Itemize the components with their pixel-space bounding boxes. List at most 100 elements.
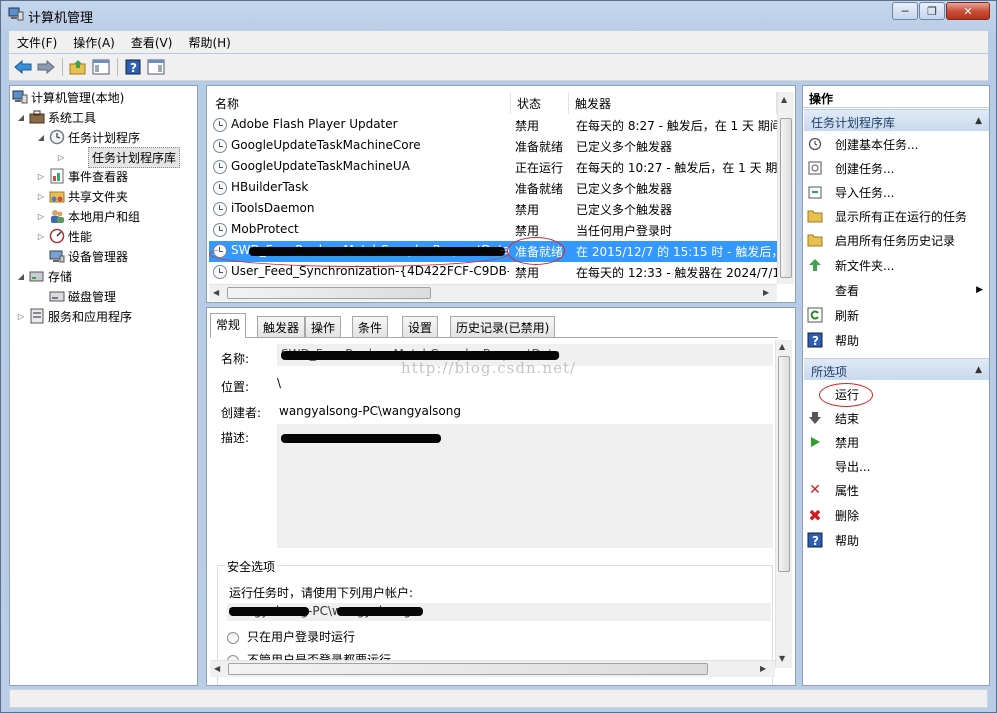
tab-settings[interactable]: 设置 bbox=[402, 316, 439, 337]
tree-item-local-users[interactable]: ▷ 本地用户和组 bbox=[36, 206, 140, 226]
column-header-status[interactable]: 状态 bbox=[511, 92, 569, 114]
action-create-task[interactable]: 创建任务... bbox=[807, 156, 987, 180]
actions-section-library[interactable]: 任务计划程序库 ▲ bbox=[804, 109, 989, 131]
back-button[interactable] bbox=[12, 57, 33, 77]
tab-actions[interactable]: 操作 bbox=[305, 316, 342, 337]
detail-vertical-scrollbar[interactable]: ▲ ▼ bbox=[775, 340, 792, 668]
show-hide-tree-button[interactable] bbox=[90, 57, 111, 77]
tree-item-services-apps[interactable]: ▷ 服务和应用程序 bbox=[16, 306, 132, 326]
tree-item-device-manager[interactable]: 设备管理器 bbox=[49, 246, 128, 266]
detail-horizontal-scrollbar[interactable]: ◀ ▶ bbox=[210, 660, 775, 677]
table-row[interactable]: GoogleUpdateTaskMachineCore 准备就绪 已定义多个触发… bbox=[209, 136, 777, 157]
tree-item-performance[interactable]: ▷ 性能 bbox=[36, 226, 92, 246]
task-status: 禁用 bbox=[515, 203, 540, 217]
collapsed-arrow-icon: ▷ bbox=[37, 191, 45, 201]
table-row[interactable]: User_Feed_Synchronization-{4D422FCF-C9DB… bbox=[209, 262, 777, 283]
radio-button[interactable] bbox=[227, 631, 239, 644]
menu-action[interactable]: 操作(A) bbox=[65, 34, 123, 51]
scroll-thumb[interactable] bbox=[778, 356, 790, 572]
action-refresh[interactable]: 刷新 bbox=[807, 303, 987, 327]
action-show-running[interactable]: 显示所有正在运行的任务 bbox=[807, 204, 987, 228]
up-folder-button[interactable] bbox=[67, 57, 88, 77]
name-value-field[interactable]: SWD_FarmProduceMatchComplexRequestData bbox=[277, 344, 773, 366]
restore-button[interactable]: ❐ bbox=[919, 2, 945, 20]
tree-item-root[interactable]: 计算机管理(本地) bbox=[12, 87, 124, 107]
task-trigger: 当任何用户登录时 bbox=[576, 224, 673, 238]
column-header-name[interactable]: 名称 bbox=[209, 92, 511, 114]
show-action-pane-button[interactable] bbox=[145, 57, 166, 77]
table-row[interactable]: HBuilderTask 准备就绪 已定义多个触发器 bbox=[209, 178, 777, 199]
tree-item-storage[interactable]: ◢ 存储 bbox=[16, 266, 72, 286]
action-create-basic-task[interactable]: 创建基本任务... bbox=[807, 132, 987, 156]
action-disable[interactable]: 禁用 bbox=[807, 430, 987, 454]
table-row[interactable]: Adobe Flash Player Updater 禁用 在每天的 8:27 … bbox=[209, 115, 777, 136]
close-button[interactable]: ✕ bbox=[946, 2, 990, 20]
action-delete[interactable]: ✖ 删除 bbox=[807, 503, 987, 527]
scroll-right-icon: ▶ bbox=[760, 664, 767, 673]
task-trigger: 已定义多个触发器 bbox=[576, 140, 673, 154]
action-export[interactable]: 导出... bbox=[807, 454, 987, 478]
list-vertical-scrollbar[interactable]: ▲ bbox=[777, 92, 794, 284]
tree-item-task-scheduler-library[interactable]: ▷ 任务计划程序库 bbox=[56, 146, 181, 168]
import-icon bbox=[807, 184, 823, 200]
run-as-label: 运行任务时，请使用下列用户帐户: bbox=[229, 586, 414, 600]
actions-section-selected-item[interactable]: 所选项 ▲ bbox=[804, 358, 989, 380]
menu-help[interactable]: 帮助(H) bbox=[180, 34, 238, 51]
forward-arrow-icon bbox=[37, 60, 55, 74]
menu-view[interactable]: 查看(V) bbox=[123, 34, 181, 51]
option-run-logged-on[interactable]: 只在用户登录时运行 bbox=[227, 628, 355, 645]
action-import-task[interactable]: 导入任务... bbox=[807, 180, 987, 204]
list-horizontal-scrollbar[interactable]: ◀ ▶ bbox=[209, 284, 777, 301]
action-view[interactable]: 查看 ▶ bbox=[807, 278, 987, 302]
help-toolbar-button[interactable]: ? bbox=[122, 57, 143, 77]
column-header-label: 名称 bbox=[215, 96, 240, 111]
tab-triggers[interactable]: 触发器 bbox=[257, 316, 306, 337]
forward-button[interactable] bbox=[35, 57, 56, 77]
properties-x-icon: ✕ bbox=[809, 482, 821, 498]
action-help[interactable]: ? 帮助 bbox=[807, 328, 987, 352]
restore-icon: ❐ bbox=[927, 4, 937, 18]
action-label: 刷新 bbox=[835, 308, 860, 323]
run-as-user-field[interactable]: wangyalsong-PC\wangyalsong bbox=[227, 603, 771, 621]
table-row-selected[interactable]: SWD_FarmProduceMatchComplexRequestData 准… bbox=[209, 241, 777, 262]
table-row[interactable]: GoogleUpdateTaskMachineUA 正在运行 在每天的 10:2… bbox=[209, 157, 777, 178]
tree-item-disk-management[interactable]: 磁盘管理 bbox=[49, 286, 116, 306]
tab-history[interactable]: 历史记录(已禁用) bbox=[450, 316, 556, 337]
table-row[interactable]: MobProtect 禁用 当任何用户登录时 bbox=[209, 220, 777, 241]
collapsed-arrow-icon: ▷ bbox=[37, 231, 45, 241]
action-properties[interactable]: ✕ 属性 bbox=[807, 478, 987, 502]
task-icon bbox=[213, 139, 227, 153]
up-folder-icon bbox=[69, 60, 85, 75]
column-header-triggers[interactable]: 触发器 bbox=[569, 92, 777, 114]
action-run[interactable]: 运行 bbox=[807, 382, 987, 406]
task-name: User_Feed_Synchronization-{4D422FCF-C9DB… bbox=[231, 264, 509, 278]
action-label: 创建基本任务... bbox=[835, 137, 919, 152]
action-label: 帮助 bbox=[835, 533, 860, 548]
action-enable-history[interactable]: 启用所有任务历史记录 bbox=[807, 228, 987, 252]
expanded-arrow-icon: ◢ bbox=[17, 271, 25, 281]
scroll-thumb[interactable] bbox=[780, 118, 792, 278]
device-manager-icon bbox=[49, 248, 65, 264]
console-tree: 计算机管理(本地) ◢ 系统工具 ◢ 任务计划程序 ▷ 任务计划程序库 ▷ 事件… bbox=[9, 85, 198, 686]
tab-general[interactable]: 常规 bbox=[210, 313, 247, 338]
scroll-thumb[interactable] bbox=[228, 663, 708, 675]
minimize-button[interactable]: ─ bbox=[892, 2, 918, 20]
description-field[interactable] bbox=[277, 424, 773, 548]
tree-item-event-viewer[interactable]: ▷ 事件查看器 bbox=[36, 166, 128, 186]
action-help-selected[interactable]: ? 帮助 bbox=[807, 528, 987, 552]
action-new-folder[interactable]: 新文件夹... bbox=[807, 253, 987, 277]
scroll-thumb[interactable] bbox=[227, 287, 431, 299]
action-end[interactable]: 结束 bbox=[807, 406, 987, 430]
folder-icon bbox=[807, 232, 823, 248]
table-row[interactable]: iToolsDaemon 禁用 已定义多个触发器 bbox=[209, 199, 777, 220]
tree-item-shared-folders[interactable]: ▷ 共享文件夹 bbox=[36, 186, 128, 206]
tree-item-task-scheduler[interactable]: ◢ 任务计划程序 bbox=[36, 127, 140, 147]
tree-label: 计算机管理(本地) bbox=[31, 90, 125, 105]
tree-label: 共享文件夹 bbox=[68, 189, 129, 204]
menu-file[interactable]: 文件(F) bbox=[9, 34, 65, 51]
tab-conditions[interactable]: 条件 bbox=[352, 316, 389, 337]
task-status: 准备就绪 bbox=[515, 245, 564, 259]
computer-management-icon bbox=[8, 6, 24, 22]
collapsed-arrow-icon: ▷ bbox=[37, 171, 45, 181]
tree-item-system-tools[interactable]: ◢ 系统工具 bbox=[16, 107, 96, 127]
